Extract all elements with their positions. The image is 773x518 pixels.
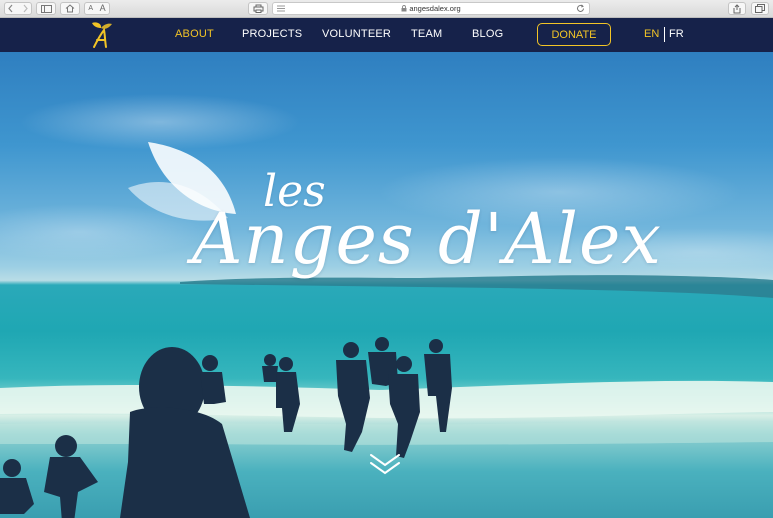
address-bar[interactable]: angesdalex.org xyxy=(272,2,590,15)
forward-icon[interactable] xyxy=(22,4,29,13)
nav-team[interactable]: TEAM xyxy=(411,28,442,40)
back-icon[interactable] xyxy=(7,4,14,13)
print-icon xyxy=(253,4,263,13)
lock-icon xyxy=(401,5,407,12)
font-size-buttons: A A xyxy=(84,2,110,15)
site-logo[interactable] xyxy=(88,20,114,50)
browser-toolbar: A A angesdalex.org xyxy=(0,0,773,18)
nav-about[interactable]: ABOUT xyxy=(175,28,214,40)
font-larger-button[interactable]: A xyxy=(100,4,106,13)
nav-projects[interactable]: PROJECTS xyxy=(242,28,302,40)
sidebar-button[interactable] xyxy=(36,2,56,15)
language-en-link[interactable]: EN xyxy=(644,28,659,40)
wave-foam xyxy=(0,380,773,419)
share-button[interactable] xyxy=(728,2,746,15)
show-tabs-button[interactable] xyxy=(751,2,769,15)
reader-icon[interactable] xyxy=(277,5,285,12)
back-forward-buttons xyxy=(4,2,32,15)
donate-button[interactable]: DONATE xyxy=(537,23,611,46)
tabs-icon xyxy=(755,4,765,13)
site-navigation-bar: ABOUT PROJECTS VOLUNTEER TEAM BLOG DONAT… xyxy=(0,18,773,52)
nav-volunteer[interactable]: VOLUNTEER xyxy=(322,28,391,40)
url-text: angesdalex.org xyxy=(409,4,461,13)
print-button[interactable] xyxy=(248,2,268,15)
hero-banner: les Anges d'Alex xyxy=(0,52,773,518)
nav-blog[interactable]: BLOG xyxy=(472,28,503,40)
font-smaller-button[interactable]: A xyxy=(88,5,93,12)
home-button[interactable] xyxy=(60,2,80,15)
shallow-water xyxy=(0,421,773,445)
hero-scene xyxy=(0,275,773,518)
home-icon xyxy=(65,4,75,13)
brand-script-title: Anges d'Alex xyxy=(192,198,662,280)
language-divider xyxy=(664,27,665,42)
double-chevron-down-icon[interactable] xyxy=(368,452,402,476)
share-icon xyxy=(733,3,741,13)
language-fr-link[interactable]: FR xyxy=(669,28,684,40)
reload-icon[interactable] xyxy=(576,4,585,13)
sidebar-icon xyxy=(40,4,52,13)
